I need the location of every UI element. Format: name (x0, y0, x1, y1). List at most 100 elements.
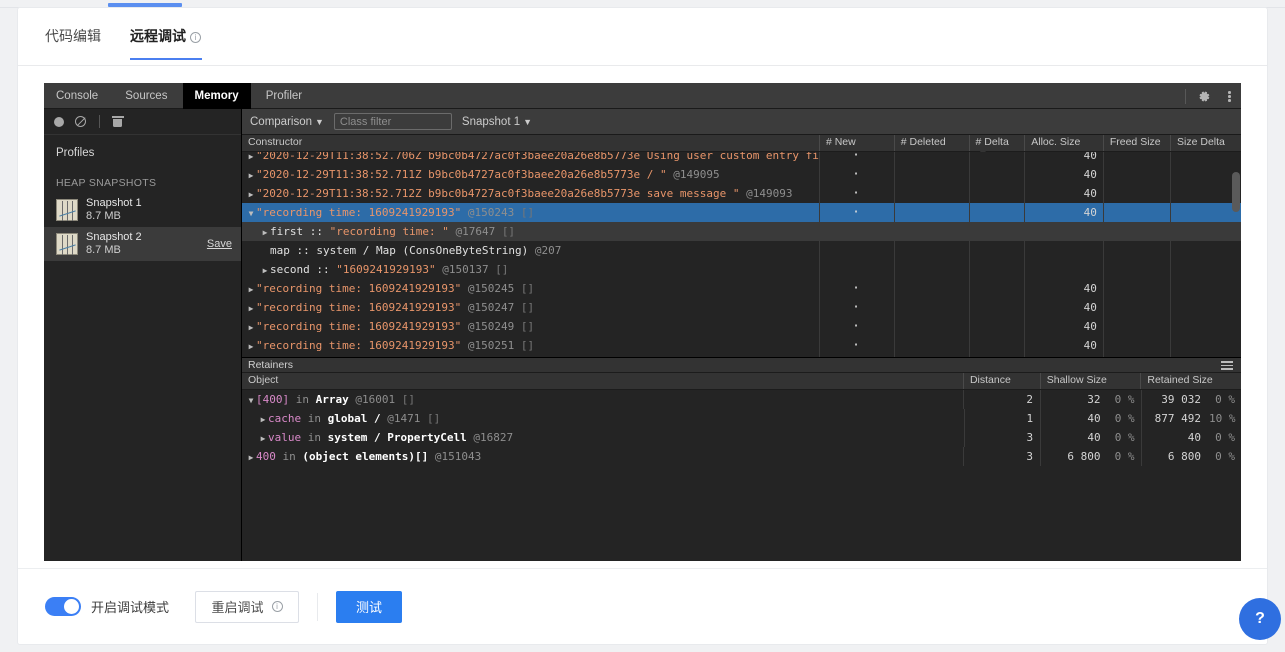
constructor-cell: ▶first :: "recording time: " @17647 [] (242, 222, 820, 241)
retainer-type: system / PropertyCell (328, 431, 474, 444)
row-ref: @150251 (468, 339, 521, 352)
table-row[interactable]: ▶"recording time: 1609241929193" @150249… (242, 317, 1241, 336)
deleted-count-cell (895, 317, 970, 336)
chevron-right-icon[interactable]: ▶ (246, 280, 256, 298)
scrollbar-thumb[interactable] (1232, 172, 1240, 212)
delta-count-cell (970, 317, 1026, 336)
row-text: "recording time: 1609241929193" (256, 206, 468, 219)
row-prefix: map :: (270, 244, 316, 257)
column-header-delta[interactable]: # Delta ▼ (970, 135, 1026, 151)
chevron-down-icon[interactable]: ▼ (246, 391, 256, 409)
table-row[interactable]: map :: system / Map (ConsOneByteString) … (242, 241, 1241, 260)
devtools-tab-console[interactable]: Console (44, 83, 110, 109)
constructor-cell: ▶"2020-12-29T11:38:52.711Z b9bc0b4727ac0… (242, 165, 820, 184)
more-options-icon[interactable] (1223, 89, 1235, 103)
row-prefix: first :: (270, 225, 330, 238)
main-card: 代码编辑 远程调试i Console Sources Memory Profil… (18, 8, 1267, 644)
clear-icon[interactable] (75, 116, 86, 127)
table-row[interactable]: ▶cache in global / @1471 []1400 %877 492… (242, 409, 1241, 428)
trash-icon[interactable] (113, 116, 122, 127)
table-row[interactable]: ▶"recording time: 1609241929193" @150245… (242, 279, 1241, 298)
list-item-snapshot-1[interactable]: Snapshot 1 8.7 MB (44, 193, 241, 227)
retainer-type: global / (328, 412, 388, 425)
delta-count-cell (970, 184, 1026, 203)
shallow-size-cell: 400 % (1041, 428, 1141, 447)
column-header-deleted[interactable]: # Deleted (895, 135, 970, 151)
restart-debug-button[interactable]: 重启调试 i (195, 591, 299, 623)
shallow-size-cell: 320 % (1041, 390, 1141, 409)
column-header-shallow-size[interactable]: Shallow Size (1041, 373, 1142, 389)
alloc-size-cell: 40 (1025, 152, 1104, 165)
chevron-right-icon[interactable]: ▶ (260, 223, 270, 241)
distance-cell: 2 (964, 390, 1041, 409)
table-row[interactable]: ▶"recording time: 1609241929193" @150251… (242, 336, 1241, 355)
retainers-menu-icon[interactable] (1221, 361, 1233, 370)
retainer-brackets: [] (427, 412, 440, 425)
snapshot-icon (56, 199, 78, 221)
table-row[interactable]: ▶"recording time: 1609241929193" @150247… (242, 298, 1241, 317)
retainer-type: Array (316, 393, 356, 406)
chevron-right-icon[interactable]: ▶ (246, 152, 256, 165)
devtools-tab-memory[interactable]: Memory (183, 83, 251, 109)
devtools-frame: Console Sources Memory Profiler (44, 83, 1241, 561)
list-item-snapshot-2[interactable]: Snapshot 2 8.7 MB Save (44, 227, 241, 261)
table-row[interactable]: ▶second :: "1609241929193" @150137 [] (242, 260, 1241, 279)
view-mode-select[interactable]: Comparison▼ (250, 116, 324, 128)
debug-mode-toggle[interactable] (45, 597, 81, 616)
chevron-right-icon[interactable]: ▶ (258, 410, 268, 428)
record-icon[interactable] (54, 117, 64, 127)
column-header-object[interactable]: Object (242, 373, 964, 389)
devtools-tab-profiler[interactable]: Profiler (254, 83, 314, 109)
table-row[interactable]: ▶"2020-12-29T11:38:52.711Z b9bc0b4727ac0… (242, 165, 1241, 184)
snapshot-compare-select[interactable]: Snapshot 1▼ (462, 116, 532, 128)
info-icon[interactable]: i (190, 32, 201, 43)
tab-remote-debug[interactable]: 远程调试i (130, 26, 201, 60)
table-row[interactable]: ▶400 in (object elements)[] @151043 36 8… (242, 447, 1241, 466)
table-row[interactable]: ▶value in system / PropertyCell @16827 3… (242, 428, 1241, 447)
table-row[interactable]: ▶"2020-12-29T11:38:52.706Z b9bc0b4727ac0… (242, 152, 1241, 165)
column-header-retained-size[interactable]: Retained Size (1141, 373, 1241, 389)
alloc-size-cell (1025, 260, 1104, 279)
test-button[interactable]: 测试 (336, 591, 402, 623)
alloc-size-cell (1025, 241, 1104, 260)
row-ref: @150247 (468, 301, 521, 314)
column-header-new[interactable]: # New (820, 135, 895, 151)
column-header-alloc-size[interactable]: Alloc. Size (1025, 135, 1104, 151)
info-icon[interactable]: i (272, 601, 283, 612)
help-fab-button[interactable]: ? (1239, 598, 1281, 640)
save-snapshot-link[interactable]: Save (207, 238, 232, 250)
chevron-down-icon[interactable]: ▼ (246, 204, 256, 222)
chevron-right-icon[interactable]: ▶ (246, 448, 256, 466)
column-header-distance[interactable]: Distance (964, 373, 1041, 389)
table-row[interactable]: ▼[400] in Array @16001 []2320 %39 0320 % (242, 390, 1241, 409)
devtools-tab-sources[interactable]: Sources (113, 83, 179, 109)
deleted-count-cell (895, 336, 970, 355)
table-row[interactable]: ▶"2020-12-29T11:38:52.712Z b9bc0b4727ac0… (242, 184, 1241, 203)
delta-count-cell (970, 241, 1026, 260)
constructor-cell: ▶"recording time: 1609241929193" @150251… (242, 336, 820, 355)
delta-count-cell (970, 222, 1026, 241)
chevron-right-icon[interactable]: ▶ (258, 429, 268, 447)
delta-count-cell (970, 152, 1026, 165)
chevron-right-icon[interactable]: ▶ (246, 185, 256, 203)
delta-count-cell (970, 336, 1026, 355)
retainers-table-body[interactable]: ▼[400] in Array @16001 []2320 %39 0320 %… (242, 390, 1241, 561)
chevron-right-icon[interactable]: ▶ (246, 318, 256, 336)
gear-icon[interactable] (1198, 90, 1211, 103)
alloc-size-cell (1025, 222, 1104, 241)
tab-code-edit[interactable]: 代码编辑 (45, 26, 101, 60)
chevron-right-icon[interactable]: ▶ (246, 337, 256, 355)
constructor-table-body[interactable]: ▶"2020-12-29T11:38:52.706Z b9bc0b4727ac0… (242, 152, 1241, 357)
class-filter-input[interactable] (334, 113, 452, 130)
table-row[interactable]: ▼"recording time: 1609241929193" @150243… (242, 203, 1241, 222)
table-row[interactable]: ▶first :: "recording time: " @17647 [] (242, 222, 1241, 241)
retained-size-pct: 0 % (1209, 428, 1235, 447)
column-header-size-delta[interactable]: Size Delta (1171, 135, 1241, 151)
devtools-body: Profiles HEAP SNAPSHOTS Snapshot 1 8.7 M… (44, 109, 1241, 561)
column-header-freed-size[interactable]: Freed Size (1104, 135, 1171, 151)
chevron-right-icon[interactable]: ▶ (246, 299, 256, 317)
chevron-right-icon[interactable]: ▶ (260, 261, 270, 279)
chevron-right-icon[interactable]: ▶ (246, 166, 256, 184)
row-ref: @207 (535, 244, 562, 257)
column-header-constructor[interactable]: Constructor (242, 135, 820, 151)
